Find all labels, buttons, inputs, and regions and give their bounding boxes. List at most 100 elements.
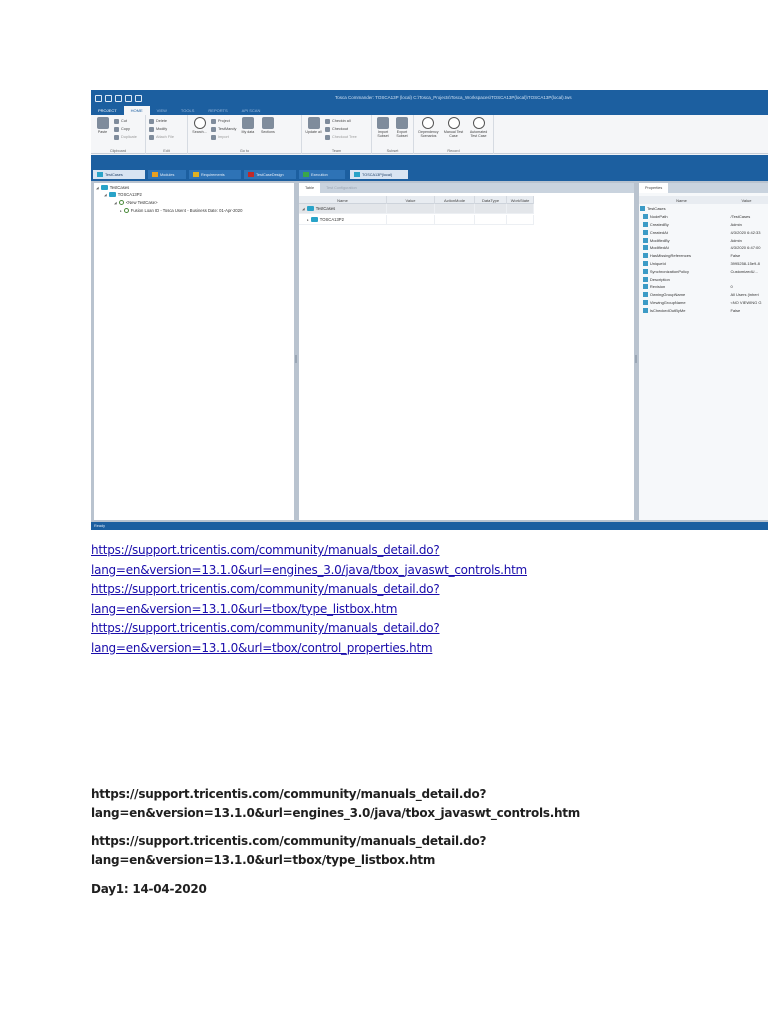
column-header-actionmode[interactable]: ActionMode bbox=[435, 196, 475, 204]
column-header-value[interactable]: Value bbox=[724, 196, 768, 204]
doc-tab-testcasedesign[interactable]: TestCaseDesign bbox=[244, 170, 296, 179]
property-icon bbox=[643, 214, 648, 220]
checkbox-icon bbox=[149, 126, 154, 132]
expand-arrow-icon[interactable]: ▸ bbox=[307, 218, 309, 222]
ribbon-group-team: Update all Checkin all Checkout Checkout… bbox=[302, 115, 372, 154]
property-icon bbox=[643, 299, 648, 305]
property-row[interactable]: CreatedBy Admin bbox=[639, 221, 768, 229]
property-value: All Users (inheri bbox=[730, 292, 759, 298]
property-row[interactable]: Description bbox=[639, 275, 768, 283]
collapse-arrow-icon[interactable]: ◢ bbox=[96, 186, 99, 190]
manual-link-javaswt-line2[interactable]: lang=en&version=13.1.0&url=engines_3.0/j… bbox=[91, 561, 711, 581]
day-note: Day1: 14-04-2020 bbox=[91, 882, 207, 896]
document-tabs: TestCases Modules Requirements TestCaseD… bbox=[91, 155, 768, 181]
tree-node-tosca13p2[interactable]: ◢ TOSCA13P2 bbox=[104, 192, 142, 197]
plain-url-line2: lang=en&version=13.1.0&url=engines_3.0/j… bbox=[91, 806, 581, 820]
property-icon bbox=[643, 253, 648, 259]
property-name: ModifiedBy bbox=[649, 237, 670, 243]
ribbon-tab-api-scan[interactable]: API SCAN bbox=[235, 106, 268, 115]
cell bbox=[475, 215, 507, 225]
property-icon bbox=[643, 221, 648, 227]
ribbon-tab-reports[interactable]: REPORTS bbox=[201, 106, 234, 115]
table-row[interactable]: ▸ TOSCA13P2 bbox=[299, 215, 534, 225]
forward-icon[interactable] bbox=[135, 94, 142, 102]
link-list: https://support.tricentis.com/community/… bbox=[91, 541, 711, 658]
tab-test-configuration[interactable]: Test Configuration bbox=[320, 183, 363, 193]
tab-table[interactable]: Table bbox=[299, 183, 321, 193]
requirements-icon bbox=[193, 172, 199, 177]
manual-link-listbox-line2[interactable]: lang=en&version=13.1.0&url=tbox/type_lis… bbox=[91, 600, 711, 620]
column-header-value[interactable]: Value bbox=[387, 196, 435, 204]
tree-node-testcases[interactable]: ◢ TestCases bbox=[96, 185, 129, 190]
cell bbox=[507, 204, 534, 214]
tab-properties[interactable]: Properties bbox=[639, 183, 669, 193]
window-titlebar: Tosca Commander: TOSCA13P (local) C:\Tos… bbox=[91, 90, 768, 106]
property-row[interactable]: OwningGroupName All Users (inheri bbox=[639, 291, 768, 299]
tree-node-new-testcase[interactable]: ◢ <New TestCase> bbox=[114, 200, 158, 205]
copy-icon bbox=[114, 126, 119, 132]
property-row[interactable]: ModifiedAt 4/3/2020 6:47:00 bbox=[639, 244, 768, 252]
checkin-all-button[interactable]: Checkin all bbox=[325, 118, 357, 124]
plain-url-javaswt: https://support.tricentis.com/community/… bbox=[91, 785, 711, 823]
ribbon-tab-home[interactable]: HOME bbox=[123, 106, 150, 115]
property-row[interactable]: IsCheckedOutByMe False bbox=[639, 306, 768, 314]
property-row[interactable]: NodePath/TestCases bbox=[639, 213, 768, 221]
modify-button[interactable]: Modify bbox=[149, 126, 174, 132]
column-header-name[interactable]: Name bbox=[639, 196, 724, 204]
splitter-handle[interactable] bbox=[295, 355, 297, 363]
plain-url-line1: https://support.tricentis.com/community/… bbox=[91, 787, 487, 801]
ribbon-tab-view[interactable]: VIEW bbox=[150, 106, 174, 115]
property-row[interactable]: TestCases bbox=[639, 205, 768, 213]
doc-tab-modules[interactable]: Modules bbox=[148, 170, 186, 179]
checkout-tree-button[interactable]: Checkout Tree bbox=[325, 134, 357, 140]
property-row[interactable]: ViewingGroupName <NO VIEWING G bbox=[639, 299, 768, 307]
cut-button[interactable]: Cut bbox=[114, 118, 137, 124]
tree-node-fusion-loan[interactable]: ▸ Fusion Loan ID - Tosca User4 - Busines… bbox=[120, 208, 242, 213]
property-row[interactable]: UniqueId 3995258-15e9-8 bbox=[639, 260, 768, 268]
delete-button[interactable]: Delete bbox=[149, 118, 174, 124]
checkout-button[interactable]: Checkout bbox=[325, 126, 357, 132]
collapse-arrow-icon[interactable]: ◢ bbox=[114, 201, 117, 205]
property-row[interactable]: HasMissingReferences False bbox=[639, 252, 768, 260]
cell bbox=[387, 215, 435, 225]
back-icon[interactable] bbox=[125, 94, 132, 102]
app-body: TestCases Modules Requirements TestCaseD… bbox=[91, 155, 768, 522]
column-header-name[interactable]: Name bbox=[299, 196, 387, 204]
doc-tab-testcases[interactable]: TestCases bbox=[93, 170, 145, 179]
expand-arrow-icon[interactable]: ▸ bbox=[120, 209, 122, 213]
doc-tab-project[interactable]: TOSCA13P(local) bbox=[350, 170, 408, 179]
manual-link-javaswt-line1[interactable]: https://support.tricentis.com/community/… bbox=[91, 541, 711, 561]
splitter-handle[interactable] bbox=[635, 355, 637, 363]
property-row[interactable]: Revision 0 bbox=[639, 283, 768, 291]
collapse-arrow-icon[interactable]: ◢ bbox=[302, 207, 305, 211]
column-header-datatype[interactable]: DataType bbox=[475, 196, 507, 204]
table-row[interactable]: ◢ TestCases bbox=[299, 204, 534, 214]
column-header-workstate[interactable]: WorkState bbox=[507, 196, 534, 204]
testmandy-button[interactable]: TestMandy bbox=[211, 126, 236, 132]
manual-link-properties-line2[interactable]: lang=en&version=13.1.0&url=tbox/control_… bbox=[91, 639, 711, 659]
property-row[interactable]: CreatedAt 4/3/2020 6:42:33 bbox=[639, 228, 768, 236]
duplicate-button[interactable]: Duplicate bbox=[114, 134, 137, 140]
import-button[interactable]: Import bbox=[211, 134, 236, 140]
ribbon-tab-tools[interactable]: TOOLS bbox=[174, 106, 202, 115]
copy-button[interactable]: Copy bbox=[114, 126, 137, 132]
compass-icon bbox=[422, 117, 435, 129]
project-button[interactable]: Project bbox=[211, 118, 236, 124]
sections-icon bbox=[261, 117, 274, 129]
attach-file-button[interactable]: Attach File bbox=[149, 134, 174, 140]
property-row[interactable]: SynchronizationPolicy CustomizedU... bbox=[639, 267, 768, 275]
group-label-team: Team bbox=[331, 149, 342, 153]
property-icon bbox=[643, 284, 648, 290]
ribbon-tab-project[interactable]: PROJECT bbox=[91, 106, 124, 115]
paste-icon bbox=[96, 117, 109, 129]
doc-tab-execution[interactable]: Execution bbox=[299, 170, 345, 179]
redo-icon[interactable] bbox=[115, 94, 122, 102]
doc-tab-requirements[interactable]: Requirements bbox=[189, 170, 241, 179]
undo-icon[interactable] bbox=[105, 94, 112, 102]
collapse-arrow-icon[interactable]: ◢ bbox=[104, 193, 107, 197]
save-icon[interactable] bbox=[95, 94, 102, 102]
manual-link-properties-line1[interactable]: https://support.tricentis.com/community/… bbox=[91, 619, 711, 639]
user-icon bbox=[241, 117, 254, 129]
manual-link-listbox-line1[interactable]: https://support.tricentis.com/community/… bbox=[91, 580, 711, 600]
property-row[interactable]: ModifiedBy Admin bbox=[639, 236, 768, 244]
